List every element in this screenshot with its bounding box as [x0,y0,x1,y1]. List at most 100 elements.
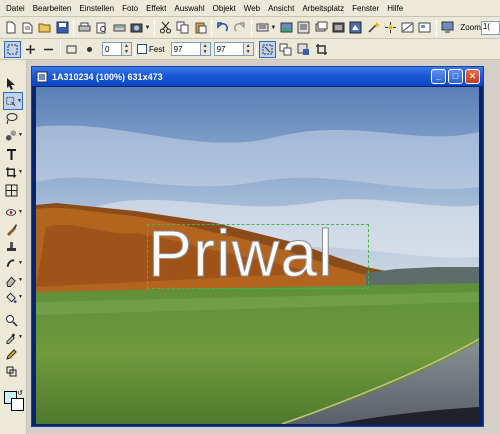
eraser-tool[interactable]: ▼ [3,271,23,289]
toolbar-separator [436,19,438,36]
image-button-9[interactable] [417,19,433,36]
crop-button[interactable] [313,41,330,58]
camera-dropdown-arrow[interactable]: ▼ [145,25,151,31]
redo-button[interactable] [232,19,248,36]
menu-bearbeiten[interactable]: Bearbeiten [30,4,77,13]
menu-ansicht[interactable]: Ansicht [265,4,299,13]
magic-wand-icon [367,22,380,33]
close-button[interactable]: ✕ [465,69,480,84]
crop-photo-icon [401,22,414,33]
paint-bucket-icon [6,292,17,303]
copy-button[interactable] [175,19,191,36]
swap-colors-icon[interactable]: ↺ [17,389,23,397]
width-spinner[interactable]: ▲ ▼ [200,42,211,56]
menu-datei[interactable]: Datei [3,4,30,13]
document-title-bar[interactable]: 1A310234 (100%) 631x473 _ □ ✕ [32,67,483,86]
image-button-3[interactable] [313,19,329,36]
zoom-tool[interactable] [3,311,23,329]
maximize-icon: □ [452,71,459,81]
scan-button[interactable] [111,19,127,36]
cut-button[interactable] [157,19,173,36]
save-button[interactable] [54,19,70,36]
print-preview-button[interactable] [94,19,110,36]
frame-icon [332,22,345,33]
new-file-button[interactable] [2,19,18,36]
menu-hilfe[interactable]: Hilfe [384,4,408,13]
transform-icon [6,366,17,376]
camera-button[interactable] [128,19,144,36]
eyedropper-tool[interactable]: ▼ [3,328,23,346]
adjust-icon [349,21,362,34]
magic-select-tool[interactable]: ▼ [3,126,23,144]
straighten-icon [5,184,18,196]
image-button-6[interactable] [365,19,381,36]
overlay-text[interactable]: Priwal [148,217,370,290]
selection-option-1[interactable] [258,40,276,58]
rectangle-shape-button[interactable] [63,41,80,58]
print-button[interactable] [76,19,92,36]
camera-icon [130,23,143,33]
open-file-button[interactable] [37,19,53,36]
history-icon [256,23,269,32]
selection-rect-icon [7,44,18,54]
fixed-checkbox[interactable] [137,44,147,54]
image-button-7[interactable] [382,19,398,36]
rectangle-select-tool[interactable]: ▼ [3,92,23,110]
image-button-1[interactable] [278,19,294,36]
new-from-clipboard-button[interactable] [19,19,35,36]
image-button-4[interactable] [330,19,346,36]
selection-option-3[interactable] [295,41,312,58]
menu-arbeitsplatz[interactable]: Arbeitsplatz [299,4,349,13]
text-tool[interactable] [3,145,23,163]
image-button-2[interactable] [296,19,312,36]
move-tool[interactable] [3,74,23,92]
brush-tool[interactable] [3,220,23,238]
red-eye-tool[interactable]: ▼ [3,203,23,221]
menu-einstellen[interactable]: Einstellen [76,4,119,13]
cursor-arrow-icon [7,77,15,90]
background-color-swatch[interactable] [11,398,24,411]
image-button-8[interactable] [399,19,415,36]
brush-icon [7,223,17,236]
paste-button[interactable] [192,19,208,36]
scissors-icon [160,21,172,34]
tool-flyout-arrow: ▼ [18,209,23,215]
fullscreen-button[interactable] [439,19,455,36]
zoom-input[interactable]: 1( [480,20,500,35]
transform-tool[interactable] [3,362,23,380]
height-input[interactable] [213,42,244,56]
minimize-button[interactable]: _ [431,69,446,84]
pencil-tool[interactable] [3,345,23,363]
selection-mode-button[interactable] [4,40,21,58]
image-button-5[interactable] [348,19,364,36]
maximize-button[interactable]: □ [448,69,463,84]
crop-tool[interactable]: ▼ [3,163,23,181]
menu-fenster[interactable]: Fenster [349,4,384,13]
straighten-tool[interactable] [3,181,23,199]
tool-flyout-arrow: ▼ [18,334,23,340]
menu-foto[interactable]: Foto [119,4,143,13]
stamp-tool[interactable] [3,237,23,255]
menu-auswahl[interactable]: Auswahl [171,4,209,13]
history-button[interactable] [254,19,270,36]
subtract-selection-button[interactable] [40,41,57,58]
angle-spinner[interactable]: ▲ ▼ [122,42,132,56]
lasso-tool[interactable] [3,109,23,127]
width-input[interactable] [170,42,201,56]
fill-tool[interactable]: ▼ [3,288,23,306]
save-selection-icon [297,43,309,55]
image-canvas[interactable]: Priwal [36,87,479,424]
ellipse-shape-button[interactable] [81,41,98,58]
menu-web[interactable]: Web [241,4,265,13]
smudge-tool[interactable]: ▼ [3,254,23,272]
angle-input[interactable] [102,42,122,56]
undo-button[interactable] [214,19,230,36]
add-selection-button[interactable] [22,41,39,58]
menu-effekt[interactable]: Effekt [143,4,171,13]
selection-option-2[interactable] [277,41,294,58]
history-dropdown-arrow[interactable]: ▼ [270,25,276,31]
menu-objekt[interactable]: Objekt [210,4,241,13]
toolbar-separator [255,41,257,57]
height-spinner[interactable]: ▲ ▼ [243,42,254,56]
document-title: 1A310234 (100%) 631x473 [52,71,163,82]
